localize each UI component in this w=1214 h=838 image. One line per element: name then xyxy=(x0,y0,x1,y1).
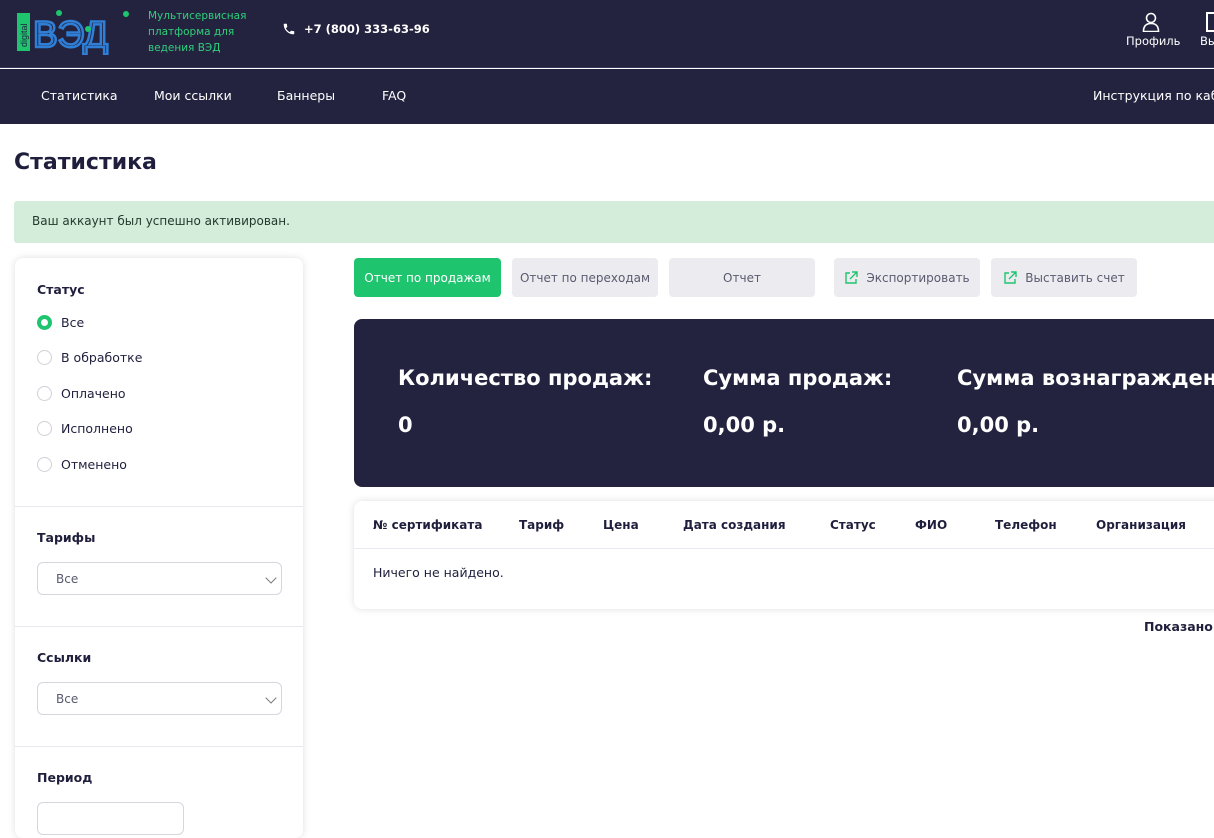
clicks-report-button[interactable]: Отчет по переходам xyxy=(512,258,658,297)
external-link-icon xyxy=(845,270,859,284)
filter-divider xyxy=(15,626,303,627)
nav-item-banners[interactable]: Баннеры xyxy=(277,88,335,103)
nav-item-my-links[interactable]: Мои ссылки xyxy=(154,88,232,103)
period-input[interactable] xyxy=(37,802,184,835)
sales-table: № сертификата Тариф Цена Дата создания С… xyxy=(354,501,1214,609)
reward-sum-label: Сумма вознаграждения: xyxy=(957,366,1214,390)
shown-label: Показано xyxy=(1144,619,1213,634)
links-filter-title: Ссылки xyxy=(37,650,92,665)
filter-divider xyxy=(15,506,303,507)
column-header-phone[interactable]: Телефон xyxy=(995,518,1057,532)
logout-icon xyxy=(1206,12,1214,32)
summary-panel: Количество продаж: 0 Сумма продаж: 0,00 … xyxy=(354,319,1214,487)
status-option-label: Исполнено xyxy=(61,421,133,436)
radio-checked-icon[interactable] xyxy=(37,315,52,330)
status-option-completed[interactable]: Исполнено xyxy=(37,421,133,436)
tariffs-select-value: Все xyxy=(56,572,79,586)
links-select-value: Все xyxy=(56,692,79,706)
pagination-summary: Показано ( xyxy=(1144,619,1214,634)
nav-item-faq[interactable]: FAQ xyxy=(382,88,406,103)
column-header-price[interactable]: Цена xyxy=(603,518,639,532)
logout-label: Вы xyxy=(1200,34,1214,48)
phone-number: +7 (800) 333-63-96 xyxy=(304,22,430,36)
chevron-down-icon xyxy=(265,572,277,584)
links-select[interactable]: Все xyxy=(37,682,282,715)
status-filter-title: Статус xyxy=(37,282,85,297)
sales-sum-label: Сумма продаж: xyxy=(703,366,893,390)
status-option-cancelled[interactable]: Отменено xyxy=(37,457,127,472)
logo-text: ВЭД xyxy=(33,14,108,55)
profile-label: Профиль xyxy=(1126,34,1181,48)
filters-panel: Статус Все В обработке Оплачено Исполнен… xyxy=(15,258,303,838)
reward-sum-value: 0,00 р. xyxy=(957,413,1040,437)
main-nav: Статистика Мои ссылки Баннеры FAQ Инстру… xyxy=(0,69,1214,124)
column-header-certificate[interactable]: № сертификата xyxy=(373,518,482,532)
logo-side-text: digital xyxy=(19,23,29,47)
nav-item-statistics[interactable]: Статистика xyxy=(41,88,118,103)
page-title: Статистика xyxy=(14,150,157,175)
radio-icon[interactable] xyxy=(37,350,52,365)
radio-icon[interactable] xyxy=(37,386,52,401)
column-header-full-name[interactable]: ФИО xyxy=(915,518,947,532)
export-label: Экспортировать xyxy=(866,270,970,285)
top-header: digital ВЭД Мультисервисная платформа дл… xyxy=(0,0,1214,68)
filter-divider xyxy=(15,746,303,747)
brand-tagline: Мультисервисная платформа для ведения ВЭ… xyxy=(148,10,247,54)
phone-link[interactable]: +7 (800) 333-63-96 xyxy=(282,22,430,36)
chevron-down-icon xyxy=(265,692,277,704)
status-option-label: Оплачено xyxy=(61,386,126,401)
logout-link[interactable]: Вы xyxy=(1200,12,1214,48)
phone-icon xyxy=(283,23,295,35)
tariffs-select[interactable]: Все xyxy=(37,562,282,595)
nav-item-instructions[interactable]: Инструкция по кабин xyxy=(1093,88,1214,103)
success-alert: Ваш аккаунт был успешно активирован. xyxy=(14,201,1214,243)
sales-count-label: Количество продаж: xyxy=(398,366,653,390)
report-button[interactable]: Отчет xyxy=(669,258,815,297)
sales-report-button[interactable]: Отчет по продажам xyxy=(354,258,501,297)
invoice-button[interactable]: Выставить счет xyxy=(991,258,1137,297)
table-empty-message: Ничего не найдено. xyxy=(373,565,504,580)
status-option-label: В обработке xyxy=(61,350,143,365)
tariffs-filter-title: Тарифы xyxy=(37,530,96,545)
radio-icon[interactable] xyxy=(37,457,52,472)
column-header-created-date[interactable]: Дата создания xyxy=(683,518,786,532)
sales-count-value: 0 xyxy=(398,413,413,437)
external-link-icon xyxy=(1004,270,1017,284)
column-header-status[interactable]: Статус xyxy=(830,518,876,532)
status-option-all[interactable]: Все xyxy=(37,315,84,330)
status-option-paid[interactable]: Оплачено xyxy=(37,386,126,401)
status-option-processing[interactable]: В обработке xyxy=(37,350,142,365)
status-option-label: Отменено xyxy=(61,457,127,472)
table-divider xyxy=(354,548,1214,549)
sales-sum-value: 0,00 р. xyxy=(703,413,786,437)
profile-link[interactable]: Профиль xyxy=(1126,12,1180,48)
user-icon xyxy=(1142,12,1160,32)
brand-logo[interactable]: digital ВЭД xyxy=(16,9,134,55)
column-header-organization[interactable]: Организация xyxy=(1096,518,1186,532)
column-header-tariff[interactable]: Тариф xyxy=(519,518,564,532)
export-button[interactable]: Экспортировать xyxy=(834,258,980,297)
status-option-label: Все xyxy=(61,315,85,330)
radio-icon[interactable] xyxy=(37,421,52,436)
period-filter-title: Период xyxy=(37,770,93,785)
invoice-label: Выставить счет xyxy=(1025,270,1125,285)
